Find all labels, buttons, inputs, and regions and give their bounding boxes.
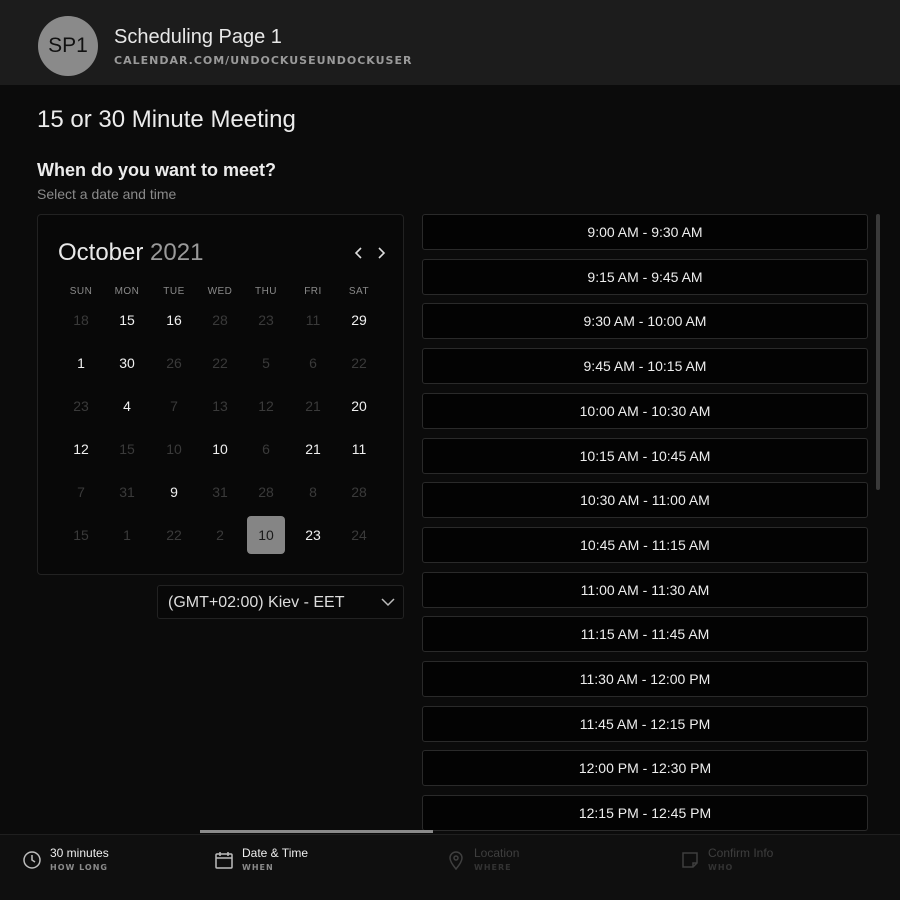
time-slot-button[interactable]: 11:15 AM - 11:45 AM	[422, 616, 868, 653]
calendar-day[interactable]: 20	[340, 387, 378, 425]
step-sublabel: WHEN	[242, 863, 274, 872]
calendar-day: 13	[212, 398, 228, 414]
calendar-day: 26	[166, 355, 182, 371]
calendar-day[interactable]: 21	[294, 430, 332, 468]
time-slot-button[interactable]: 10:15 AM - 10:45 AM	[422, 437, 868, 474]
time-slot-button[interactable]: 12:15 PM - 12:45 PM	[422, 795, 868, 832]
time-slot-button[interactable]: 10:30 AM - 11:00 AM	[422, 482, 868, 519]
calendar-day: 22	[166, 527, 182, 543]
step-progress-indicator	[200, 830, 433, 833]
time-slot-button[interactable]: 10:45 AM - 11:15 AM	[422, 526, 868, 563]
time-slot-button[interactable]: 9:15 AM - 9:45 AM	[422, 258, 868, 295]
calendar-month-year: October 2021	[58, 239, 203, 267]
calendar-day: 21	[305, 398, 321, 414]
calendar-day: 31	[119, 484, 135, 500]
time-slot-button[interactable]: 11:45 AM - 12:15 PM	[422, 705, 868, 742]
calendar-day[interactable]: 16	[155, 301, 193, 339]
calendar-day: 11	[305, 312, 321, 328]
calendar-day[interactable]: 12	[62, 430, 100, 468]
timezone-value: (GMT+02:00) Kiev - EET	[168, 594, 345, 611]
calendar-day: 31	[212, 484, 228, 500]
time-slot-button[interactable]: 9:45 AM - 10:15 AM	[422, 348, 868, 385]
calendar-day: 6	[262, 441, 270, 457]
calendar-day: 22	[351, 355, 367, 371]
calendar-day: 1	[123, 527, 131, 543]
step-label: Date & Time	[242, 846, 309, 860]
weekday-header: FRI	[304, 286, 322, 297]
calendar-day[interactable]: 10	[201, 430, 239, 468]
previous-month-button[interactable]	[350, 243, 368, 263]
time-slot-button[interactable]: 11:30 AM - 12:00 PM	[422, 661, 868, 697]
calendar-day: 10	[166, 441, 182, 457]
timezone-select[interactable]: (GMT+02:00) Kiev - EET	[157, 585, 404, 619]
calendar-day[interactable]: 23	[294, 516, 332, 554]
calendar-day: 28	[212, 312, 228, 328]
step-label: Confirm Info	[708, 846, 774, 860]
step-sublabel: WHO	[708, 863, 734, 872]
calendar-day: 15	[73, 527, 89, 543]
weekday-header: MON	[114, 286, 140, 297]
calendar-day: 7	[77, 484, 85, 500]
time-slot-button[interactable]: 10:00 AM - 10:30 AM	[422, 392, 868, 429]
scheduling-page-url: CALENDAR.COM/UNDOCKUSEUNDOCKUSER	[114, 54, 413, 67]
scheduling-page-name: Scheduling Page 1	[114, 26, 282, 48]
chevron-left-icon	[354, 247, 362, 259]
weekday-header: TUE	[163, 286, 185, 297]
slot-list-scrollbar[interactable]	[876, 214, 880, 490]
calendar-day: 8	[309, 484, 317, 500]
next-month-button[interactable]	[372, 243, 390, 263]
weekday-header: SAT	[348, 286, 370, 297]
calendar-day[interactable]: 9	[155, 473, 193, 511]
section-hint: Select a date and time	[37, 186, 177, 202]
calendar-day[interactable]: 4	[108, 387, 146, 425]
chevron-down-icon	[381, 598, 395, 607]
location-pin-icon	[449, 851, 463, 870]
calendar-day: 6	[309, 355, 317, 371]
calendar-month: October	[58, 239, 144, 266]
chevron-right-icon	[378, 247, 386, 259]
section-question: When do you want to meet?	[37, 160, 276, 180]
step-sublabel: HOW LONG	[50, 863, 108, 872]
calendar-day[interactable]: 29	[340, 301, 378, 339]
clock-icon	[23, 851, 41, 869]
calendar-day: 5	[262, 355, 270, 371]
calendar-day: 28	[258, 484, 274, 500]
calendar-day-selected[interactable]: 10	[247, 516, 285, 554]
calendar-day: 18	[73, 312, 89, 328]
calendar-day[interactable]: 1	[62, 344, 100, 382]
calendar-day: 2	[216, 527, 224, 543]
note-icon	[682, 852, 698, 868]
weekday-header: THU	[254, 286, 278, 297]
weekday-header: WED	[207, 286, 233, 297]
calendar-day: 15	[119, 441, 135, 457]
weekday-header: SUN	[69, 286, 93, 297]
calendar-day: 7	[170, 398, 178, 414]
meeting-title: 15 or 30 Minute Meeting	[37, 106, 296, 133]
calendar-day: 22	[212, 355, 228, 371]
calendar-day: 23	[258, 312, 274, 328]
step-sublabel: WHERE	[474, 863, 512, 872]
time-slot-button[interactable]: 11:00 AM - 11:30 AM	[422, 571, 868, 608]
calendar-day[interactable]: 15	[108, 301, 146, 339]
step-label: 30 minutes	[50, 846, 109, 860]
step-label: Location	[474, 846, 520, 860]
calendar-day[interactable]: 30	[108, 344, 146, 382]
calendar-day: 23	[73, 398, 89, 414]
calendar-year: 2021	[150, 239, 204, 266]
calendar-day: 12	[258, 398, 274, 414]
calendar-day[interactable]: 11	[340, 430, 378, 468]
calendar: October 2021 SUN MON TUE WED THU FRI SAT 18 15 16…	[37, 214, 404, 575]
calendar-day: 24	[351, 527, 367, 543]
avatar: SP1	[38, 16, 98, 76]
time-slot-button[interactable]: 9:00 AM - 9:30 AM	[422, 214, 868, 250]
time-slot-button[interactable]: 9:30 AM - 10:00 AM	[422, 303, 868, 340]
calendar-icon	[215, 852, 233, 869]
header: SP1 Scheduling Page 1 CALENDAR.COM/UNDOC…	[0, 0, 900, 85]
time-slot-button[interactable]: 12:00 PM - 12:30 PM	[422, 750, 868, 787]
calendar-day: 28	[351, 484, 367, 500]
